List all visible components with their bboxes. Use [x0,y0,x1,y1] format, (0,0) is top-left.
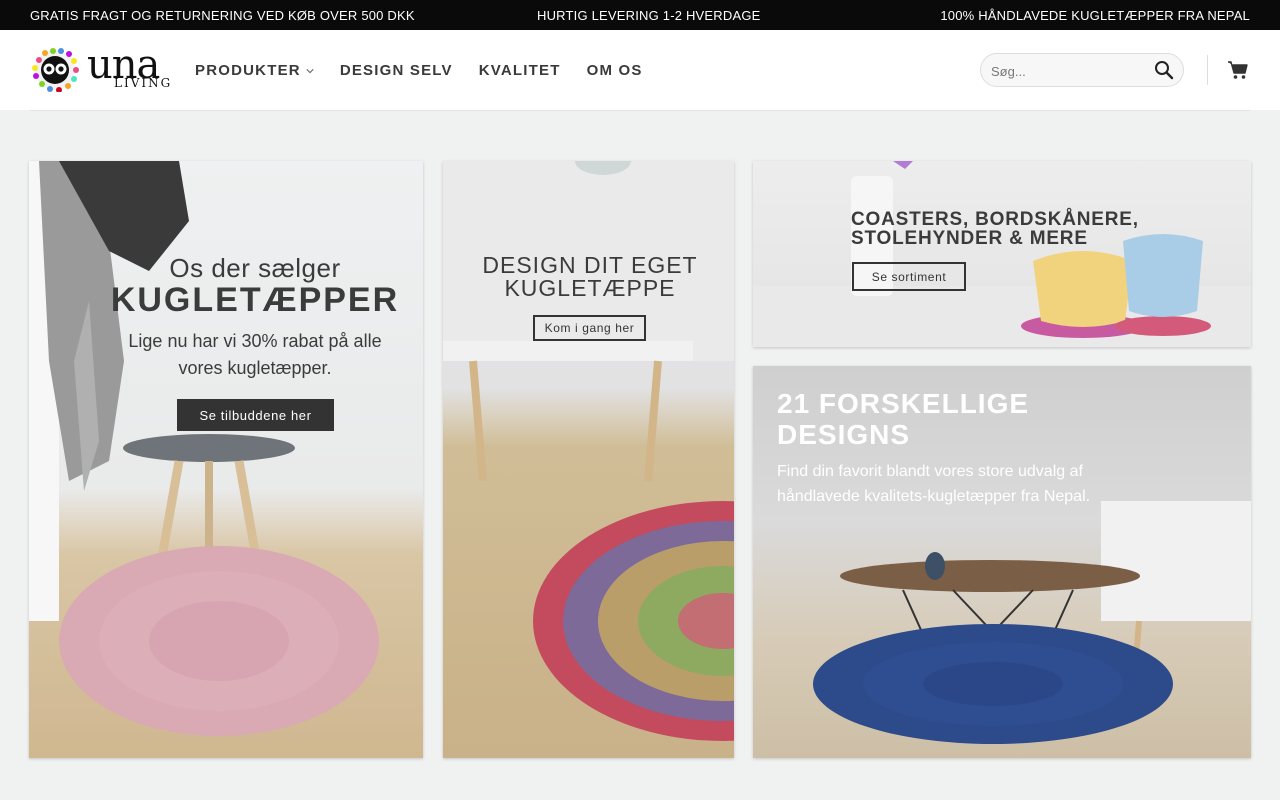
nav-item-produkter[interactable]: PRODUKTER [195,62,314,79]
nav-item-om-os[interactable]: OM OS [587,62,643,79]
design-heading: DESIGN DIT EGET KUGLETÆPPE [482,252,698,301]
banner-design-your-own[interactable]: DESIGN DIT EGET KUGLETÆPPE Kom i gang he… [443,161,734,758]
header-divider [30,110,1250,111]
banner-coasters[interactable]: COASTERS, BORDSKÅNERE, STOLEHYNDER & MER… [753,161,1251,347]
chevron-down-icon [306,68,314,73]
announcement-handmade: 100% HÅNDLAVEDE KUGLETÆPPER FRA NEPAL [940,8,1250,23]
site-logo[interactable]: una LIVING [31,42,170,94]
announcement-fast-delivery: HURTIG LEVERING 1-2 HVERDAGE [537,8,761,23]
search-input[interactable] [991,61,1141,81]
colorful-rug-image [443,161,734,741]
nav-item-design-selv[interactable]: DESIGN SELV [340,62,453,79]
cups-coasters-image [753,161,1251,347]
cart-icon[interactable] [1227,59,1249,81]
nav-item-label: KVALITET [478,62,561,79]
sale-line1: Os der sælger [169,253,341,283]
nav-item-label: DESIGN SELV [339,62,453,79]
nav-item-label: OM OS [586,62,643,79]
stool-rug-image [29,161,379,736]
banner-21-designs[interactable]: 21 FORSKELLIGE DESIGNS Find din favorit … [753,366,1251,758]
sale-description: Lige nu har vi 30% rabat på alle vores k… [128,331,382,378]
designs-description: Find din favorit blandt vores store udva… [777,463,1091,505]
announcement-free-shipping: GRATIS FRAGT OG RETURNERING VED KØB OVER… [30,8,415,23]
main-navigation: PRODUKTER DESIGN SELV KVALITET OM OS [195,62,669,79]
nav-item-label: PRODUKTER [195,62,301,79]
announcement-bar: GRATIS FRAGT OG RETURNERING VED KØB OVER… [0,0,1280,30]
header-separator [1207,55,1208,85]
search-icon[interactable] [1154,60,1174,80]
designs-heading: 21 FORSKELLIGE DESIGNS [777,388,1030,450]
owl-logo-icon [32,48,79,92]
see-assortment-button[interactable]: Se sortiment [852,262,966,291]
see-offers-button[interactable]: Se tilbuddene her [177,399,334,431]
coasters-heading: COASTERS, BORDSKÅNERE, STOLEHYNDER & MER… [851,209,1139,249]
sale-heading: KUGLETÆPPER [110,281,400,319]
get-started-button[interactable]: Kom i gang her [533,315,646,341]
logo-subtitle: LIVING [114,76,173,90]
search-box [980,53,1184,87]
nav-item-kvalitet[interactable]: KVALITET [479,62,561,79]
banner-sale[interactable]: Os der sælger KUGLETÆPPER Lige nu har vi… [29,161,423,758]
